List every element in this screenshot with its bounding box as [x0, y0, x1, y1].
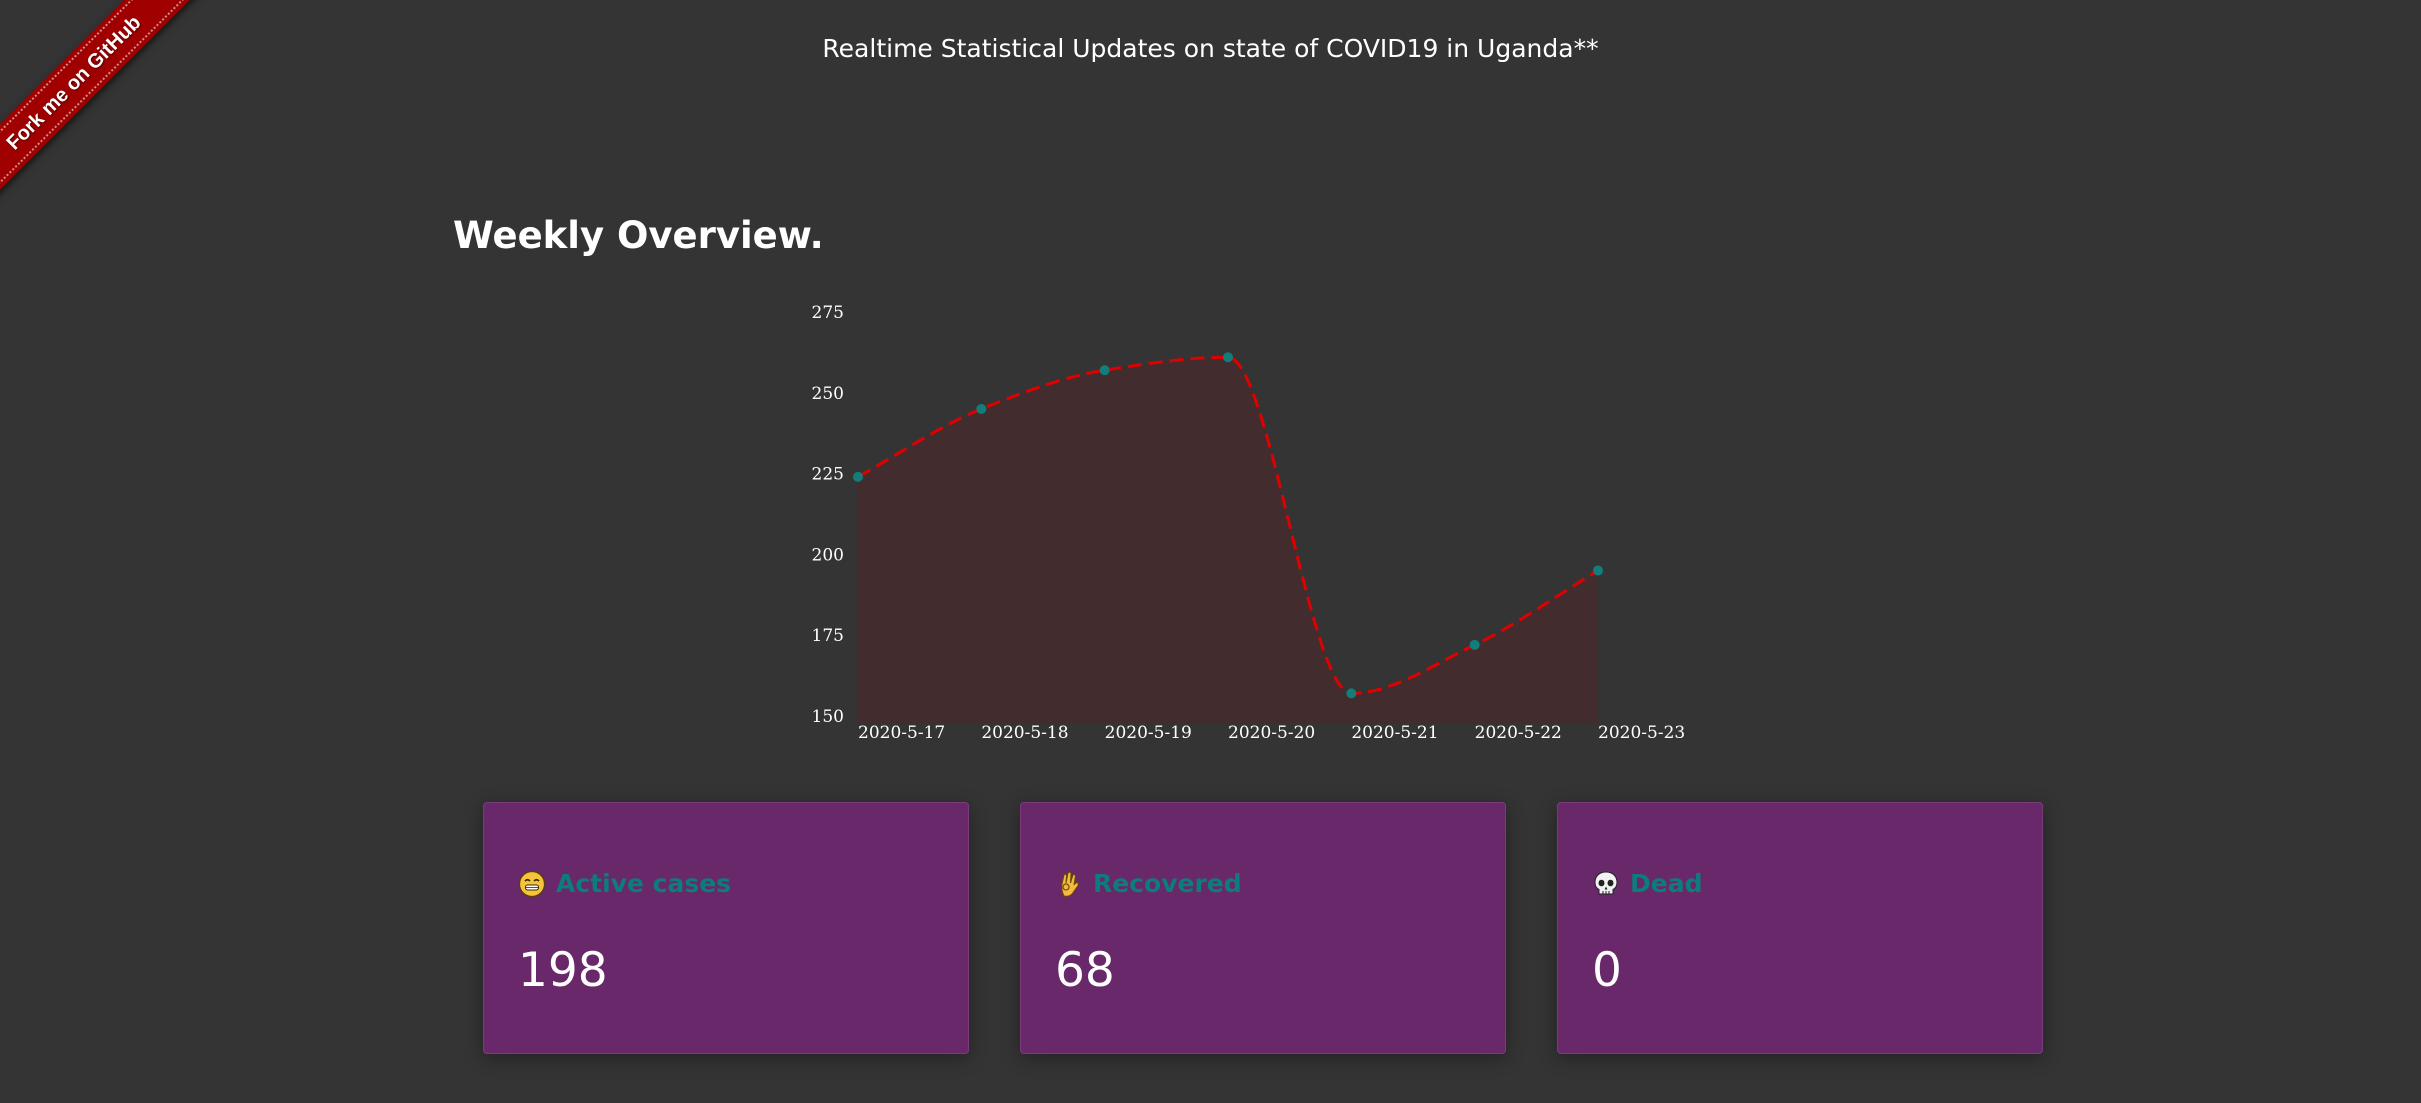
x-tick-label: 2020-5-17: [858, 723, 945, 743]
data-point: [1469, 639, 1480, 650]
data-point: [1223, 352, 1233, 363]
y-tick-label: 150: [812, 707, 844, 727]
data-point: [976, 403, 987, 414]
card-header: Dead: [1592, 869, 1702, 898]
card-label: Recovered: [1093, 869, 1242, 898]
active-cases-card: Active cases 198: [483, 802, 969, 1054]
data-point: [853, 471, 863, 482]
y-tick-label: 175: [812, 626, 844, 646]
card-header: Recovered: [1055, 869, 1242, 898]
data-point: [1593, 565, 1603, 576]
card-label: Dead: [1630, 869, 1703, 898]
x-tick-label: 2020-5-21: [1351, 723, 1438, 743]
x-tick-label: 2020-5-22: [1475, 723, 1562, 743]
data-point: [1346, 688, 1357, 699]
page-title: Realtime Statistical Updates on state of…: [822, 34, 1599, 63]
fork-me-ribbon-link[interactable]: Fork me on GitHub: [0, 0, 204, 213]
card-value: 198: [518, 943, 608, 998]
x-axis: 2020-5-17 2020-5-18 2020-5-19 2020-5-20 2020…: [858, 723, 1685, 743]
grimace-face-icon: [518, 870, 546, 897]
y-tick-label: 200: [812, 545, 844, 565]
cases-area: [858, 357, 1598, 724]
y-tick-label: 225: [812, 465, 844, 485]
weekly-overview-heading: Weekly Overview.: [453, 214, 824, 257]
x-tick-label: 2020-5-18: [981, 723, 1068, 743]
y-axis: 150 175 200 225 250 275: [812, 303, 844, 727]
card-label: Active cases: [556, 869, 732, 898]
card-value: 68: [1055, 943, 1115, 998]
card-header: Active cases: [518, 869, 731, 898]
dead-card: Dead 0: [1557, 802, 2043, 1054]
weekly-chart: 150175200225250275 2020-5-17 2020-5-18 202…: [812, 303, 1686, 743]
skull-icon: [1594, 870, 1618, 894]
x-tick-label: 2020-5-20: [1228, 723, 1315, 743]
y-tick-label: 275: [812, 303, 844, 323]
x-tick-label: 2020-5-23: [1598, 723, 1685, 743]
y-tick-label: 250: [812, 384, 844, 404]
recovered-card: Recovered 68: [1020, 802, 1506, 1054]
card-value: 0: [1592, 943, 1622, 998]
data-point: [1099, 365, 1110, 376]
x-tick-label: 2020-5-19: [1105, 723, 1192, 743]
fork-ribbon-label: Fork me on GitHub: [2, 11, 146, 155]
page: Fork me on GitHub Realtime Statistical U…: [0, 0, 2421, 1103]
ok-hand-icon: [1061, 871, 1079, 897]
